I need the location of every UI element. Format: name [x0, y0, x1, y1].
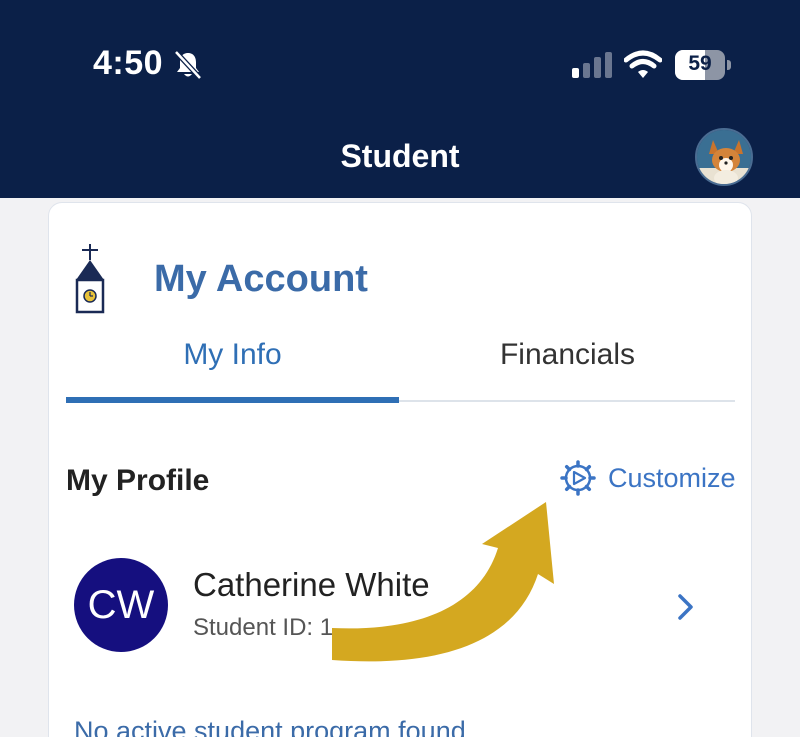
tab-active-indicator	[66, 397, 399, 403]
tab-my-info[interactable]: My Info	[66, 338, 399, 372]
tab-financials[interactable]: Financials	[400, 338, 735, 372]
battery-indicator: 59	[675, 50, 731, 80]
corgi-avatar-image	[697, 130, 751, 184]
app-header: 4:50 59 Student	[0, 0, 800, 198]
wifi-icon	[624, 50, 662, 78]
avatar: CW	[74, 558, 168, 652]
chevron-right-icon	[678, 594, 693, 620]
clock-tower-logo-icon	[75, 244, 105, 314]
page-title: Student	[340, 138, 460, 174]
customize-button[interactable]: Customize	[560, 458, 736, 498]
battery-percent: 59	[688, 52, 712, 75]
no-program-message: No active student program found	[74, 716, 466, 737]
customize-label: Customize	[608, 462, 736, 493]
status-time: 4:50	[93, 44, 164, 82]
section-title-my-profile: My Profile	[66, 464, 210, 497]
student-id: Student ID: 1	[193, 614, 334, 641]
annotation-arrow-icon	[332, 502, 554, 662]
user-avatar[interactable]	[695, 128, 753, 186]
account-title: My Account	[154, 258, 368, 300]
cellular-signal-icon	[572, 52, 612, 78]
bell-slash-icon	[174, 50, 202, 80]
gear-play-icon	[560, 460, 596, 496]
